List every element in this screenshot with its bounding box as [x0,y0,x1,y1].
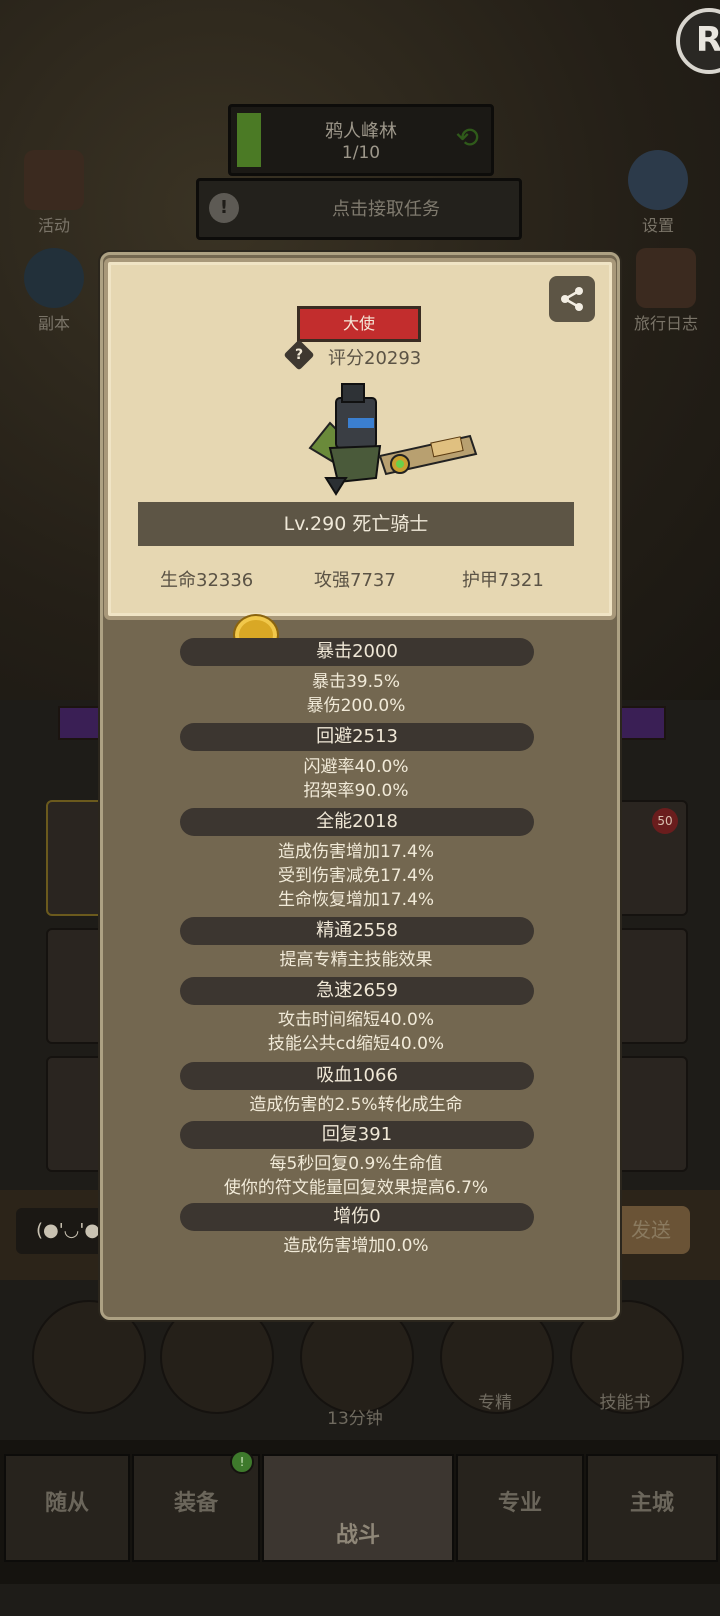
notification-dot: ! [230,1450,254,1474]
tab-battle[interactable]: 战斗 [262,1454,454,1562]
stat-armor: 护甲7321 [462,570,544,591]
section-header-haste: 急速2659 [180,977,534,1005]
book-icon [636,248,696,308]
dungeon-label: 副本 [37,314,70,333]
alert-icon: ! [209,193,239,223]
section-line: 受到伤害减免17.4% [277,866,434,886]
section-header-damage-bonus: 增伤0 [180,1203,534,1231]
share-icon [561,287,583,311]
share-button[interactable] [549,276,595,322]
section-line: 造成伤害增加0.0% [283,1236,429,1256]
section-line: 暴击39.5% [311,672,400,692]
gear-icon [628,150,688,210]
dungeon-icon [24,248,84,308]
section-line: 使你的符文能量回复效果提高6.7% [223,1178,489,1198]
tab-main-city[interactable]: 主城 [586,1454,718,1562]
chest-timer: 13分钟 [327,1409,383,1429]
section-line: 招架率90.0% [303,781,409,801]
level-badge: 50 [652,808,678,834]
section-line: 造成伤害的2.5%转化成生命 [249,1095,463,1115]
score-value: 评分20293 [328,348,422,369]
section-line: 技能公共cd缩短40.0% [267,1034,445,1054]
emoji-button[interactable]: (●'◡'● [16,1208,106,1254]
journal-button[interactable]: 旅行日志 [618,248,714,334]
section-line: 暴伤200.0% [306,696,406,716]
journal-label: 旅行日志 [633,314,698,333]
section-line: 造成伤害增加17.4% [277,842,434,862]
section-header-crit: 暴击2000 [180,638,534,666]
activity-button[interactable]: 活动 [14,150,94,236]
activity-icon [24,150,84,210]
skillbook-label: 技能书 [599,1393,651,1413]
refresh-icon[interactable]: ⟲ [456,121,479,154]
activity-label: 活动 [37,216,70,235]
rank-badge: 大使 [297,306,421,342]
section-line: 提高专精主技能效果 [279,950,433,970]
tab-followers[interactable]: 随从 [4,1454,130,1562]
section-header-regen: 回复391 [180,1121,534,1149]
section-header-versatility: 全能2018 [180,808,534,836]
section-line: 闪避率40.0% [303,757,409,777]
task-bar[interactable]: ! 点击接取任务 [196,178,522,240]
section-line: 每5秒回复0.9%生命值 [269,1154,443,1174]
specialization-label: 专精 [478,1393,512,1413]
death-knight-portrait [308,383,478,496]
send-button[interactable]: 发送 [612,1206,690,1254]
section-line: 生命恢复增加17.4% [277,890,434,910]
help-icon[interactable]: ? [288,344,310,366]
task-text: 点击接取任务 [332,199,440,220]
zone-progress-text: 1/10 [341,143,381,163]
hero-name-banner: Lv.290 死亡骑士 [138,502,574,546]
section-header-mastery: 精通2558 [180,917,534,945]
dungeon-button[interactable]: 副本 [14,248,94,334]
section-line: 攻击时间缩短40.0% [277,1010,434,1030]
section-header-leech: 吸血1066 [180,1062,534,1090]
zone-name: 鸦人峰林 [325,121,397,142]
tab-profession[interactable]: 专业 [456,1454,584,1562]
settings-label: 设置 [641,216,674,235]
stat-attack: 攻强7737 [314,570,396,591]
settings-button[interactable]: 设置 [618,150,698,236]
section-header-evasion: 回避2513 [180,723,534,751]
stat-hp: 生命32336 [160,570,254,591]
zone-indicator[interactable]: 鸦人峰林 1/10 ⟲ [228,104,494,176]
